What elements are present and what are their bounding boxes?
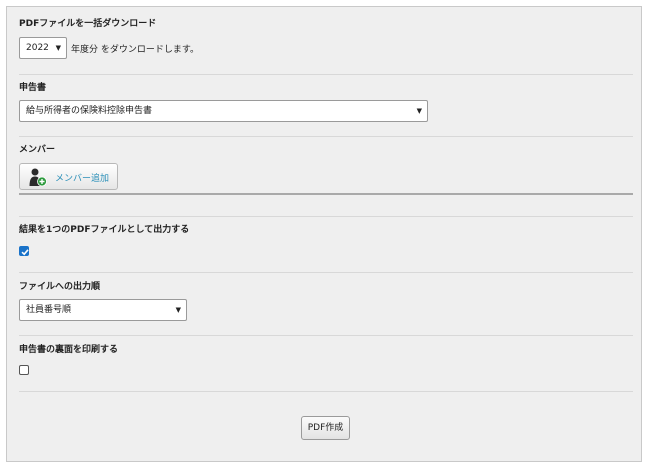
- download-title: PDFファイルを一括ダウンロード: [19, 19, 157, 29]
- add-member-button[interactable]: メンバー追加: [19, 163, 118, 190]
- members-title: メンバー: [19, 145, 56, 155]
- divider: [19, 74, 633, 75]
- pdf-download-panel: PDFファイルを一括ダウンロード 2022 ▼ 年度分 をダウンロードします。 …: [6, 6, 642, 462]
- divider: [19, 136, 633, 137]
- year-suffix-text: 年度分 をダウンロードします。: [71, 45, 199, 55]
- add-member-label: メンバー追加: [55, 174, 110, 184]
- output-order-select-value: 社員番号順: [26, 305, 72, 315]
- divider: [19, 272, 633, 273]
- output-order-select[interactable]: 社員番号順 ▼: [19, 299, 187, 321]
- divider: [19, 216, 633, 217]
- print-back-title: 申告書の裏面を印刷する: [19, 345, 119, 355]
- create-pdf-button[interactable]: PDF作成: [301, 416, 350, 440]
- divider: [19, 335, 633, 336]
- divider: [19, 391, 633, 392]
- chevron-down-icon: ▼: [55, 44, 61, 52]
- year-select[interactable]: 2022 ▼: [19, 37, 67, 59]
- declaration-select-value: 給与所得者の保険料控除申告書: [26, 106, 153, 116]
- year-select-value: 2022: [26, 43, 49, 53]
- person-add-icon: [29, 168, 47, 187]
- check-icon: [21, 249, 29, 256]
- print-back-checkbox[interactable]: [19, 365, 29, 375]
- member-list-divider: [19, 193, 633, 195]
- declaration-title: 申告書: [19, 83, 47, 93]
- output-order-title: ファイルへの出力順: [19, 282, 101, 292]
- single-pdf-checkbox[interactable]: [19, 246, 29, 256]
- declaration-select[interactable]: 給与所得者の保険料控除申告書 ▼: [19, 100, 428, 122]
- chevron-down-icon: ▼: [175, 306, 181, 314]
- chevron-down-icon: ▼: [416, 107, 422, 115]
- single-pdf-title: 結果を1つのPDFファイルとして出力する: [19, 225, 190, 235]
